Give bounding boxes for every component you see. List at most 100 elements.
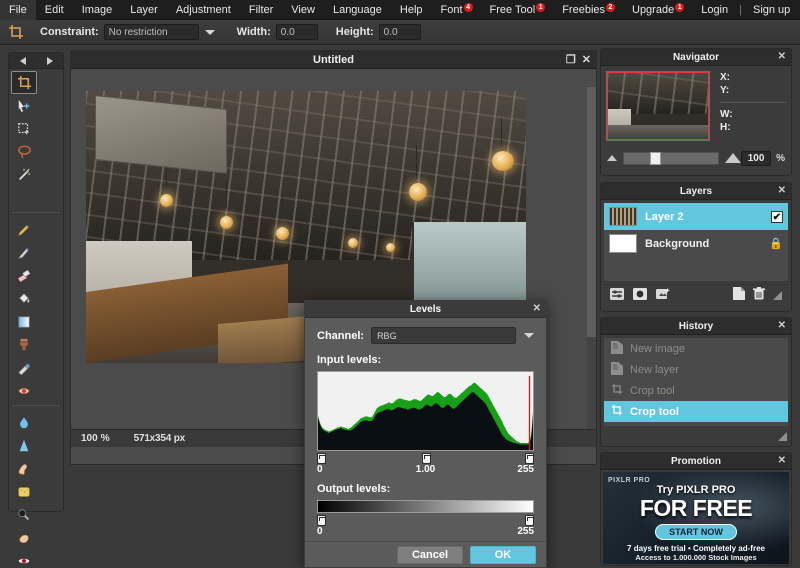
history-header: History ✕ — [601, 318, 791, 335]
levels-body: Channel: RBG Input levels: 0 1.00 — [305, 318, 546, 539]
tool-crop[interactable] — [11, 71, 37, 94]
tool-dodge[interactable] — [11, 503, 37, 526]
menu-layer[interactable]: Layer — [121, 0, 167, 20]
layer-thumbnail — [609, 234, 637, 253]
layer-visibility-checkbox[interactable]: ✔ — [771, 211, 783, 223]
login-link[interactable]: Login — [692, 0, 737, 20]
layer-thumbnail — [609, 207, 637, 226]
menu-file[interactable]: File — [0, 0, 36, 20]
history-item[interactable]: Crop tool — [604, 380, 788, 401]
tool-smudge[interactable] — [11, 457, 37, 480]
start-now-button[interactable]: START NOW — [655, 524, 737, 540]
menu-image[interactable]: Image — [73, 0, 122, 20]
tool-brush[interactable] — [11, 241, 37, 264]
menu-view[interactable]: View — [282, 0, 324, 20]
tool-sharpen[interactable] — [11, 434, 37, 457]
channel-select[interactable]: RBG — [371, 327, 516, 344]
lock-icon[interactable]: 🔒 — [769, 237, 783, 250]
lamp-wire — [226, 183, 227, 209]
layers-header: Layers ✕ — [601, 183, 791, 200]
output-white-point-handle[interactable] — [525, 515, 534, 526]
tool-move[interactable] — [11, 94, 37, 117]
histogram-svg — [318, 372, 533, 450]
layer-settings-icon[interactable] — [610, 288, 624, 303]
layer-row[interactable]: Layer 2 ✔ — [604, 203, 788, 230]
restore-window-icon[interactable]: ❐ — [566, 55, 576, 66]
arrow-right-icon[interactable] — [47, 57, 53, 65]
tool-grid-paint — [9, 216, 63, 402]
scrollbar-thumb[interactable] — [587, 87, 596, 337]
tool-eye[interactable] — [11, 549, 37, 568]
zoom-slider-thumb[interactable] — [650, 152, 661, 165]
output-black-point-handle[interactable] — [317, 515, 326, 526]
menu-help[interactable]: Help — [391, 0, 432, 20]
constraint-select[interactable]: No restriction — [104, 24, 199, 40]
tool-lasso[interactable] — [11, 140, 37, 163]
tool-eraser[interactable] — [11, 264, 37, 287]
close-icon[interactable]: ✕ — [778, 455, 786, 466]
input-gamma-handle[interactable] — [422, 453, 431, 464]
input-white-point-handle[interactable] — [525, 453, 534, 464]
cancel-button[interactable]: Cancel — [397, 546, 463, 564]
ok-button[interactable]: OK — [470, 546, 536, 564]
tool-pencil[interactable] — [11, 218, 37, 241]
close-icon[interactable]: ✕ — [533, 303, 541, 314]
layer-row-controls: ✔ — [771, 211, 783, 223]
menu-filter[interactable]: Filter — [240, 0, 282, 20]
duplicate-layer-icon[interactable] — [733, 287, 745, 303]
canvas-vertical-scrollbar[interactable] — [587, 87, 596, 447]
menu-freebies[interactable]: Freebies2 — [553, 0, 623, 20]
chevron-down-icon[interactable] — [524, 333, 534, 338]
height-input[interactable]: 0.0 — [379, 24, 421, 40]
menu-upgrade[interactable]: Upgrade1 — [623, 0, 692, 20]
layer-row[interactable]: Background 🔒 — [604, 230, 788, 257]
menu-font[interactable]: Font4 — [432, 0, 481, 20]
history-item[interactable]: Crop tool — [604, 401, 788, 422]
close-icon[interactable]: ✕ — [778, 185, 786, 196]
promotion-ad[interactable]: PIXLR PRO Try PIXLR PRO FOR FREE START N… — [603, 472, 789, 564]
tool-heal[interactable] — [11, 356, 37, 379]
navigator-header: Navigator ✕ — [601, 49, 791, 66]
small-mountain-icon[interactable] — [607, 155, 617, 161]
output-slider-rail[interactable] — [317, 515, 534, 526]
menu-edit[interactable]: Edit — [36, 0, 73, 20]
menu-language[interactable]: Language — [324, 0, 391, 20]
close-icon[interactable]: ✕ — [582, 55, 591, 66]
tool-red-eye[interactable] — [11, 379, 37, 402]
input-slider-rail[interactable] — [317, 453, 534, 464]
zoom-value-input[interactable]: 100 — [741, 151, 771, 166]
navigator-body: X: Y: W: H: — [601, 66, 791, 146]
document-title-bar[interactable]: Untitled ❐ ✕ — [71, 51, 596, 69]
menu-adjustment[interactable]: Adjustment — [167, 0, 240, 20]
tool-burn[interactable] — [11, 526, 37, 549]
zoom-slider[interactable] — [623, 152, 719, 165]
resize-grip-icon[interactable] — [778, 432, 787, 441]
layers-panel: Layers ✕ Layer 2 ✔ Background 🔒 — [600, 182, 792, 312]
tool-clone-stamp[interactable] — [11, 333, 37, 356]
delete-layer-icon[interactable] — [753, 287, 765, 303]
channel-row: Channel: RBG — [317, 327, 534, 344]
chevron-down-icon[interactable] — [205, 30, 215, 35]
close-icon[interactable]: ✕ — [778, 320, 786, 331]
signup-link[interactable]: Sign up — [744, 0, 799, 20]
width-input[interactable]: 0.0 — [276, 24, 318, 40]
close-icon[interactable]: ✕ — [778, 51, 786, 62]
history-item[interactable]: New layer — [604, 359, 788, 380]
levels-title-bar[interactable]: Levels ✕ — [305, 301, 546, 318]
layer-styles-icon[interactable] — [656, 288, 670, 303]
tool-blur[interactable] — [11, 411, 37, 434]
large-mountain-icon[interactable] — [725, 153, 741, 163]
layer-mask-icon[interactable] — [633, 288, 647, 303]
resize-grip-icon[interactable] — [773, 291, 782, 300]
tool-gradient[interactable] — [11, 310, 37, 333]
output-gradient-bar — [317, 500, 534, 513]
input-black-point-handle[interactable] — [317, 453, 326, 464]
navigator-thumbnail[interactable] — [606, 71, 710, 141]
tool-marquee-select[interactable] — [11, 117, 37, 140]
tool-magic-wand[interactable] — [11, 163, 37, 186]
arrow-left-icon[interactable] — [20, 57, 26, 65]
menu-free-tool[interactable]: Free Tool1 — [481, 0, 554, 20]
tool-sponge[interactable] — [11, 480, 37, 503]
history-item[interactable]: New image — [604, 338, 788, 359]
tool-paint-bucket[interactable] — [11, 287, 37, 310]
